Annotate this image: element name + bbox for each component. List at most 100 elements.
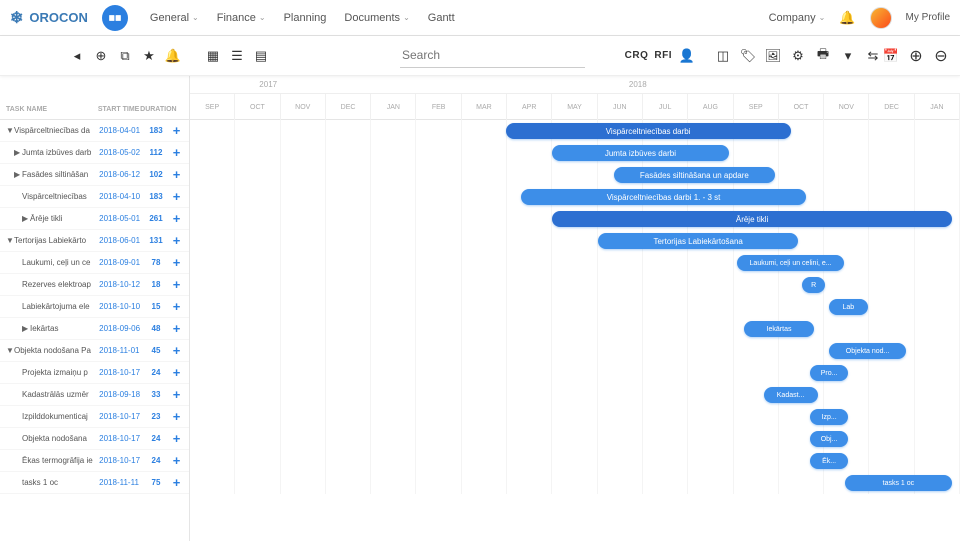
print-icon[interactable]: 🖶 (814, 47, 832, 65)
image-icon[interactable]: 🖼 (764, 47, 782, 65)
add-subtask-button[interactable]: + (170, 321, 183, 336)
gantt-bar[interactable]: Tertorijas Labiekārtošana (598, 233, 798, 249)
task-row[interactable]: ▼Vispārceltniecības da2018-04-01183+ (0, 120, 189, 142)
gantt-bar[interactable]: Obj... (810, 431, 849, 447)
zoom-out-icon[interactable]: ⊖ (932, 47, 950, 65)
gantt-bar[interactable]: Objekta nod... (829, 343, 906, 359)
task-row[interactable]: Laukumi, ceļi un ce2018-09-0178+ (0, 252, 189, 274)
gantt-bar-row: Lab (190, 296, 960, 318)
expand-caret-icon[interactable]: ▼ (6, 126, 14, 135)
toolbar-crq-rfi: CRQ RFI 👤 (625, 47, 696, 65)
company-dropdown[interactable]: Company ⌄ (769, 12, 826, 24)
gantt-bar[interactable]: Fasādes siltināšana un apdare (614, 167, 776, 183)
gantt-bar[interactable]: Vispārceltniecības darbi 1. - 3 st (521, 189, 806, 205)
expand-caret-icon[interactable]: ▶ (22, 324, 30, 333)
bell-tool-icon[interactable]: 🔔 (164, 47, 182, 65)
add-subtask-button[interactable]: + (170, 431, 183, 446)
gantt-bar[interactable]: Lab (829, 299, 868, 315)
copy-icon[interactable]: ⧉ (116, 47, 134, 65)
add-subtask-button[interactable]: + (170, 343, 183, 358)
share-icon[interactable]: ⇆ (864, 47, 882, 65)
expand-caret-icon[interactable]: ▶ (14, 148, 22, 157)
notifications-bell-icon[interactable]: 🔔 (839, 10, 855, 26)
columns-icon[interactable]: ◫ (714, 47, 732, 65)
task-row[interactable]: Kadastrālās uzmēr2018-09-1833+ (0, 384, 189, 406)
gantt-bar[interactable]: Ārēje tikli (552, 211, 952, 227)
task-start-cell: 2018-11-11 (99, 478, 142, 487)
add-subtask-button[interactable]: + (170, 233, 183, 248)
gantt-bar[interactable]: Vispārceltniecības darbi (506, 123, 791, 139)
gantt-chart-body[interactable]: Vispārceltniecības darbi Jumta izbūves da… (190, 120, 960, 494)
task-duration-cell: 24 (142, 368, 170, 377)
zoom-in-icon[interactable]: ⊕ (907, 47, 925, 65)
nav-item-planning[interactable]: Planning (284, 12, 327, 24)
add-circle-icon[interactable]: ⊕ (92, 47, 110, 65)
add-subtask-button[interactable]: + (170, 387, 183, 402)
gantt-bar[interactable]: Ēk... (810, 453, 849, 469)
task-row[interactable]: ▶Fasādes siltināšan2018-06-12102+ (0, 164, 189, 186)
add-subtask-button[interactable]: + (170, 277, 183, 292)
gantt-bar[interactable]: tasks 1 oc (845, 475, 953, 491)
gantt-bar[interactable]: Izp... (810, 409, 849, 425)
task-row[interactable]: ▼Tertorijas Labiekārto2018-06-01131+ (0, 230, 189, 252)
nav-item-gantt[interactable]: Gantt (428, 12, 455, 24)
nav-item-finance[interactable]: Finance⌄ (217, 12, 266, 24)
add-subtask-button[interactable]: + (170, 475, 183, 490)
gantt-bar[interactable]: R (802, 277, 825, 293)
gantt-bar[interactable]: Iekārtas (744, 321, 813, 337)
task-row[interactable]: Rezerves elektroap2018-10-1218+ (0, 274, 189, 296)
nav-item-documents[interactable]: Documents⌄ (344, 12, 409, 24)
rfi-button[interactable]: RFI (654, 50, 672, 61)
calendar-view-icon[interactable]: ▤ (252, 47, 270, 65)
tag-icon[interactable]: 🏷 (739, 47, 757, 65)
add-subtask-button[interactable]: + (170, 123, 183, 138)
task-row[interactable]: tasks 1 oc2018-11-1175+ (0, 472, 189, 494)
star-icon[interactable]: ★ (140, 47, 158, 65)
gantt-bar[interactable]: Pro... (810, 365, 849, 381)
dropdown-icon[interactable]: ▾ (839, 47, 857, 65)
task-row[interactable]: ▶Jumta izbūves darb2018-05-02112+ (0, 142, 189, 164)
profile-link[interactable]: My Profile (906, 12, 950, 23)
back-icon[interactable]: ◂ (68, 47, 86, 65)
task-row[interactable]: Labiekārtojuma ele2018-10-1015+ (0, 296, 189, 318)
search-input[interactable] (400, 43, 585, 68)
add-subtask-button[interactable]: + (170, 365, 183, 380)
gantt-bar-row: Fasādes siltināšana un apdare (190, 164, 960, 186)
task-row[interactable]: Vispārceltniecības2018-04-10183+ (0, 186, 189, 208)
gantt-bar[interactable]: Laukumi, ceļi un celini, e... (737, 255, 845, 271)
add-subtask-button[interactable]: + (170, 167, 183, 182)
avatar[interactable] (870, 7, 892, 29)
grid-view-icon[interactable]: ▦ (204, 47, 222, 65)
task-row[interactable]: Projekta izmaiņu p2018-10-1724+ (0, 362, 189, 384)
gantt-container: TASK NAME START TIME DURATION ▼Vispārcel… (0, 76, 960, 541)
task-row[interactable]: ▼Objekta nodošana Pa2018-11-0145+ (0, 340, 189, 362)
person-icon[interactable]: 👤 (678, 47, 696, 65)
task-row[interactable]: Izpilddokumenticaj2018-10-1723+ (0, 406, 189, 428)
gear-icon[interactable]: ⚙ (789, 47, 807, 65)
task-row[interactable]: Ēkas termogrāfija ie2018-10-1724+ (0, 450, 189, 472)
crq-button[interactable]: CRQ (625, 50, 649, 61)
add-subtask-button[interactable]: + (170, 453, 183, 468)
expand-caret-icon[interactable]: ▼ (6, 346, 14, 355)
add-subtask-button[interactable]: + (170, 211, 183, 226)
task-row[interactable]: Objekta nodošana2018-10-1724+ (0, 428, 189, 450)
expand-caret-icon[interactable]: ▶ (22, 214, 30, 223)
expand-caret-icon[interactable]: ▼ (6, 236, 14, 245)
chevron-down-icon: ⌄ (259, 13, 266, 22)
task-row[interactable]: ▶Ārēje tikli2018-05-01261+ (0, 208, 189, 230)
task-row[interactable]: ▶Iekārtas2018-09-0648+ (0, 318, 189, 340)
expand-caret-icon[interactable]: ▶ (14, 170, 22, 179)
add-subtask-button[interactable]: + (170, 145, 183, 160)
task-duration-cell: 112 (142, 148, 170, 157)
gantt-bar[interactable]: Jumta izbūves darbi (552, 145, 729, 161)
brand-logo[interactable]: ❄ OROCON (10, 5, 128, 31)
add-subtask-button[interactable]: + (170, 409, 183, 424)
nav-item-general[interactable]: General⌄ (150, 12, 199, 24)
add-subtask-button[interactable]: + (170, 299, 183, 314)
add-subtask-button[interactable]: + (170, 189, 183, 204)
add-subtask-button[interactable]: + (170, 255, 183, 270)
calendar-icon[interactable]: 📅 (882, 47, 900, 65)
gantt-bar[interactable]: Kadast... (764, 387, 818, 403)
list-view-icon[interactable]: ☰ (228, 47, 246, 65)
gantt-bar-row: Vispārceltniecības darbi 1. - 3 st (190, 186, 960, 208)
